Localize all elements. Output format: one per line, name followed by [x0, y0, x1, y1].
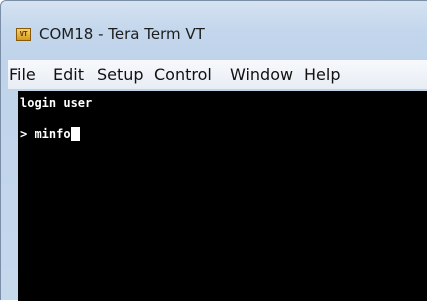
- menu-window[interactable]: Window: [230, 65, 293, 84]
- title-bar[interactable]: VT COM18 - Tera Term VT: [1, 1, 427, 59]
- tera-term-window: VT COM18 - Tera Term VT File Edit Setup …: [0, 0, 427, 301]
- menu-file[interactable]: File: [9, 65, 36, 84]
- terminal-cursor: [70, 127, 80, 141]
- terminal-line-command-text: > minfo: [20, 127, 71, 141]
- terminal-line-login-text: login user: [20, 96, 93, 110]
- menu-setup[interactable]: Setup: [97, 65, 144, 84]
- terminal-line-command: > minfo: [20, 127, 80, 141]
- tera-term-app-icon[interactable]: VT: [16, 28, 31, 41]
- menu-control[interactable]: Control: [154, 65, 212, 84]
- window-title: COM18 - Tera Term VT: [39, 25, 205, 43]
- menu-bar: File Edit Setup Control Window Help: [8, 60, 427, 90]
- terminal-area[interactable]: login user > minfo: [18, 91, 427, 301]
- terminal-line-login: login user: [20, 96, 92, 110]
- menu-help[interactable]: Help: [304, 65, 340, 84]
- menu-edit[interactable]: Edit: [53, 65, 84, 84]
